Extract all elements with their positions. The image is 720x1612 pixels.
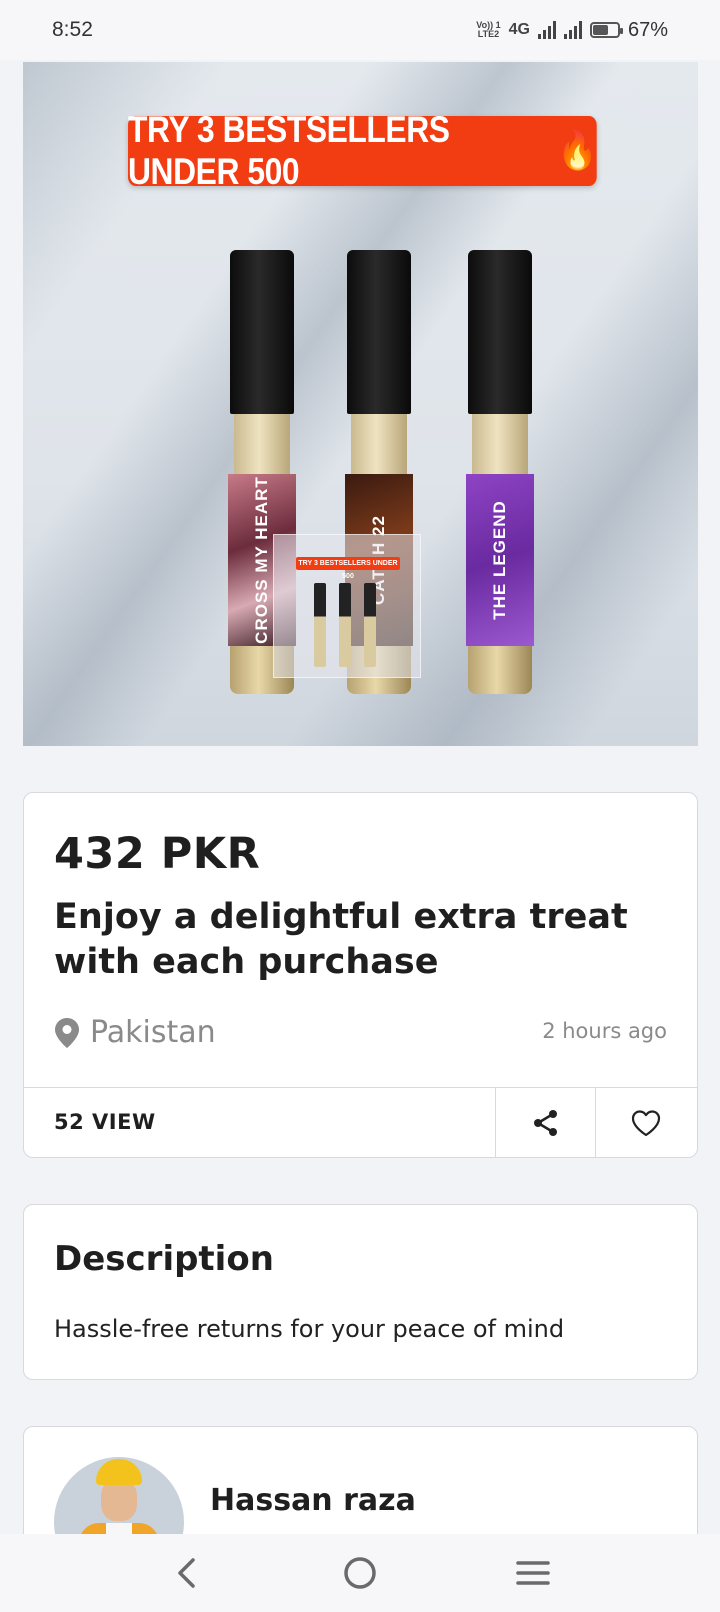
network-type: 4G	[508, 21, 530, 38]
listing-page: 8:52 Vo)) 1 LTE2 4G 67% TRY 3 BESTSELLER…	[0, 0, 720, 1612]
back-button[interactable]	[147, 1543, 227, 1603]
description-text: Hassle-free returns for your peace of mi…	[54, 1315, 565, 1343]
status-bar: 8:52 Vo)) 1 LTE2 4G 67%	[0, 0, 720, 60]
description-card: Description Hassle-free returns for your…	[23, 1204, 698, 1380]
price: 432 PKR	[54, 829, 261, 879]
view-count: 52 VIEW	[54, 1110, 156, 1134]
vial-label: CROSS MY HEART	[252, 476, 271, 644]
battery-icon	[589, 22, 623, 38]
menu-icon	[516, 1561, 551, 1585]
volte-icon: Vo)) 1 LTE2	[476, 20, 501, 39]
image-thumbnail[interactable]: TRY 3 BESTSELLERS UNDER 500	[273, 534, 421, 678]
listing-title: Enjoy a delightful extra treat with each…	[54, 897, 628, 982]
location-text: Pakistan	[90, 1015, 216, 1050]
vial-label: THE LEGEND	[490, 500, 509, 620]
fire-icon: 🔥	[557, 129, 598, 171]
promo-banner: TRY 3 BESTSELLERS UNDER 500 🔥	[128, 109, 598, 192]
home-circle-icon	[344, 1557, 376, 1589]
product-image[interactable]: TRY 3 BESTSELLERS UNDER 500 🔥 CROSS MY HE…	[23, 62, 698, 746]
system-nav-bar	[0, 1534, 720, 1612]
posted-time: 2 hours ago	[542, 1019, 667, 1043]
signal-icon-2	[563, 21, 582, 39]
menu-button[interactable]	[493, 1543, 573, 1603]
share-icon	[533, 1110, 557, 1136]
favorite-button[interactable]	[595, 1088, 695, 1158]
share-button[interactable]	[495, 1088, 595, 1158]
home-button[interactable]	[320, 1543, 400, 1603]
battery-percent: 67%	[627, 18, 668, 41]
map-pin-icon	[55, 1017, 79, 1048]
status-time: 8:52	[52, 18, 93, 41]
heart-icon	[631, 1110, 660, 1137]
seller-name[interactable]: Hassan raza	[210, 1483, 416, 1518]
thumbnail-banner: TRY 3 BESTSELLERS UNDER 500	[296, 557, 400, 580]
signal-icon	[537, 21, 556, 39]
location: Pakistan	[54, 1015, 216, 1050]
back-chevron-icon	[177, 1558, 195, 1588]
stats-row: 52 VIEW	[24, 1087, 697, 1158]
listing-summary-card: 432 PKR Enjoy a delightful extra treat w…	[23, 792, 698, 1158]
description-heading: Description	[54, 1239, 274, 1279]
status-indicators: Vo)) 1 LTE2 4G 67%	[476, 19, 668, 42]
